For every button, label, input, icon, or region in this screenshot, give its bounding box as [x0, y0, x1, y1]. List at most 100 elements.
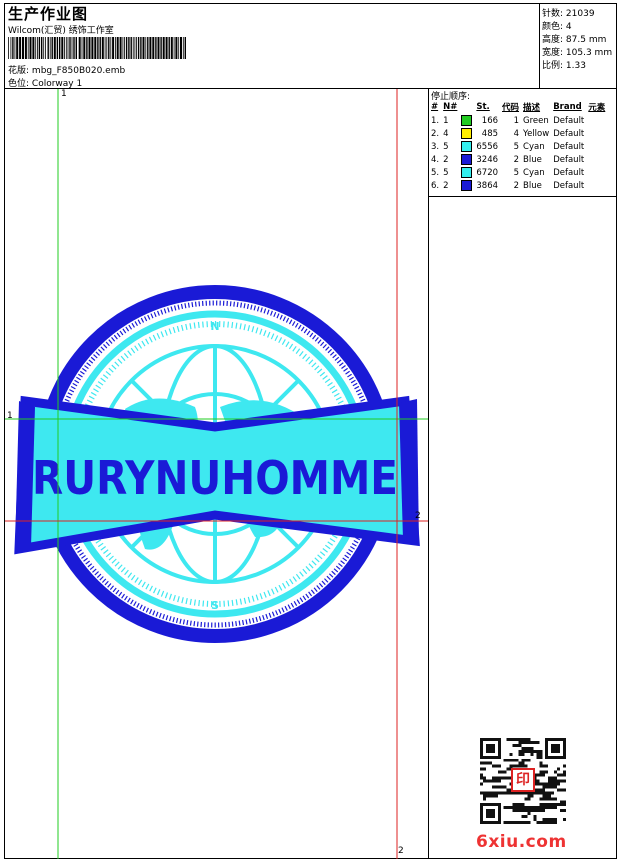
qr-module	[497, 746, 501, 750]
qr-module	[497, 815, 501, 819]
qr-module	[545, 749, 549, 753]
qr-module	[500, 770, 504, 774]
qr-module	[512, 738, 516, 741]
qr-module	[491, 738, 495, 741]
qr-module	[480, 776, 483, 780]
stat-height: 高度: 87.5 mm	[542, 35, 607, 45]
qr-module	[536, 788, 540, 792]
cell-st: 6720	[476, 167, 499, 178]
barcode-bar	[184, 37, 186, 59]
cell-brand: Default	[553, 128, 585, 139]
qr-module	[497, 779, 501, 783]
qr-module	[497, 755, 501, 759]
qr-module	[500, 785, 504, 789]
qr-module	[530, 752, 534, 756]
qr-module	[515, 743, 519, 747]
cell-idx: 6.	[431, 180, 440, 191]
qr-module	[530, 749, 534, 753]
qr-module	[497, 803, 501, 807]
qr-module	[485, 812, 489, 816]
qr-module	[494, 803, 498, 807]
cell-n: 2	[443, 154, 449, 165]
seq-table-bottom	[428, 196, 617, 197]
qr-module	[485, 738, 489, 741]
qr-module	[554, 821, 558, 824]
qr-module	[545, 740, 549, 744]
cell-brand: Default	[553, 141, 585, 152]
barcode-bar	[112, 37, 115, 59]
stat-stitches: 针数: 21039	[542, 9, 595, 19]
cell-code: 5	[513, 167, 520, 178]
qr-module	[542, 773, 546, 777]
qr-module	[545, 782, 549, 786]
stop-sequence-table: # N# St. 代码 描述 Brand 元素 1. 1 166 1 Green Defa…	[430, 100, 608, 192]
barcode-bar	[73, 37, 75, 59]
qr-module	[524, 806, 528, 810]
barcode-bar	[37, 37, 38, 59]
qr-module	[480, 803, 483, 807]
banner-text: RURYNUHOMME	[32, 451, 398, 505]
qr-module	[530, 809, 534, 813]
qr-module	[485, 791, 489, 795]
qr-module	[506, 806, 510, 810]
qr-module	[539, 788, 543, 792]
qr-module	[527, 738, 531, 741]
qr-module	[521, 749, 525, 753]
side-panel-border	[428, 88, 429, 859]
qr-module	[545, 743, 549, 747]
qr-module	[482, 803, 486, 807]
cell-code: 2	[513, 180, 520, 191]
barcode-bar	[125, 37, 128, 59]
qr-module	[539, 773, 543, 777]
svg-text:N: N	[210, 320, 219, 333]
qr-module	[521, 821, 525, 824]
qr-module	[485, 803, 489, 807]
qr-module	[515, 821, 519, 824]
qr-module	[536, 755, 540, 759]
qr-module	[518, 749, 522, 753]
qr-module	[551, 779, 555, 783]
qr-module	[506, 767, 510, 771]
barcode-bar	[12, 37, 14, 59]
qr-module	[554, 743, 558, 747]
guide-v1-label: 1	[61, 89, 67, 99]
qr-module	[545, 791, 549, 795]
barcode-bar	[97, 37, 99, 59]
cell-element	[587, 153, 608, 166]
stats-box-border	[539, 3, 540, 89]
qr-module	[503, 776, 507, 780]
barcode-bar	[99, 37, 101, 59]
qr-module	[551, 749, 555, 753]
qr-module	[500, 776, 504, 780]
qr-module	[491, 779, 495, 783]
qr-module	[497, 770, 501, 774]
cell-swatch	[460, 166, 475, 179]
qr-module	[506, 821, 510, 824]
qr-module	[494, 776, 498, 780]
cell-brand: Default	[553, 167, 585, 178]
cell-desc: Green	[523, 115, 549, 126]
qr-module	[497, 738, 501, 741]
barcode-bar	[130, 37, 132, 59]
table-row: 4. 2 3246 2 Blue Default	[430, 153, 608, 166]
qr-module	[548, 821, 552, 824]
qr-module	[488, 746, 492, 750]
qr-module	[548, 755, 552, 759]
qr-module	[536, 752, 540, 756]
qr-module	[480, 818, 483, 822]
cell-n: 1	[443, 115, 449, 126]
qr-module	[560, 738, 564, 741]
qr-module	[506, 791, 510, 795]
col-desc: 描述	[523, 102, 541, 113]
barcode-bar	[88, 37, 91, 59]
qr-module	[524, 815, 528, 819]
qr-module	[509, 738, 513, 741]
qr-module	[554, 749, 558, 753]
qr-module	[485, 809, 489, 813]
qr-module	[485, 755, 489, 759]
cell-desc: Cyan	[523, 141, 545, 152]
barcode-bar	[51, 37, 53, 59]
barcode-bar	[165, 37, 168, 59]
barcode-bar	[53, 37, 56, 59]
qr-module	[488, 738, 492, 741]
